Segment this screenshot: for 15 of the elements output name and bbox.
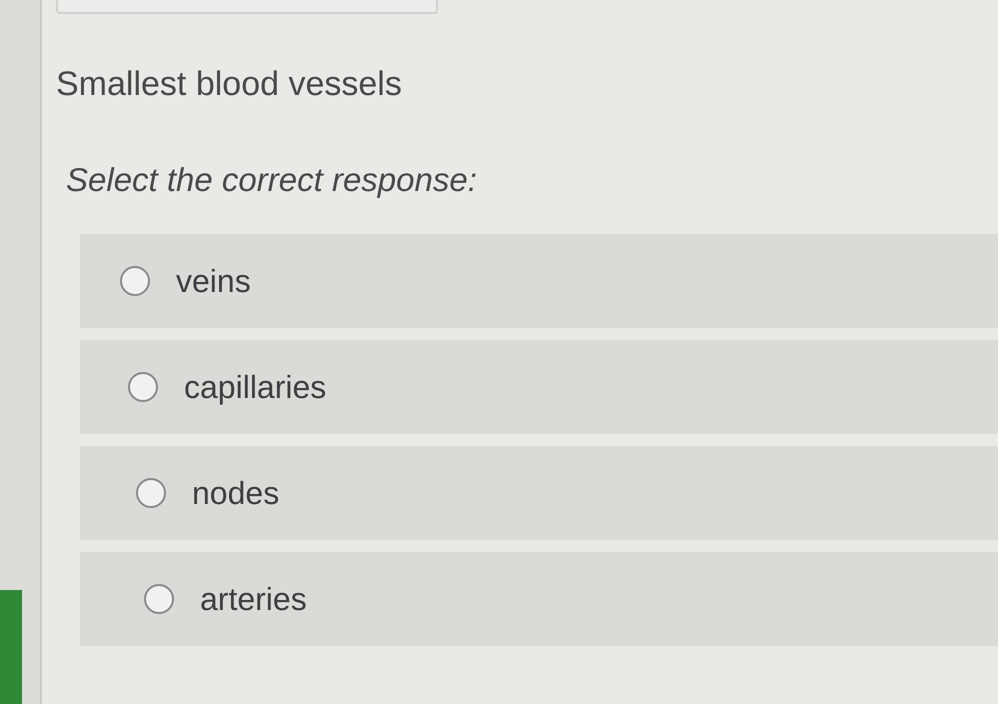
option-label: nodes — [192, 474, 280, 513]
radio-button[interactable] — [144, 584, 174, 614]
answer-option[interactable]: veins — [80, 234, 998, 328]
option-label: veins — [176, 262, 251, 301]
question-prompt: Select the correct response: — [66, 160, 478, 200]
question-title: Smallest blood vessels — [56, 64, 403, 104]
radio-button[interactable] — [136, 478, 166, 508]
answer-option[interactable]: capillaries — [80, 340, 998, 434]
option-label: arteries — [200, 580, 307, 619]
answer-option[interactable]: nodes — [80, 446, 998, 540]
radio-button[interactable] — [128, 372, 158, 402]
radio-button[interactable] — [120, 266, 150, 296]
answer-option[interactable]: arteries — [80, 552, 998, 646]
input-field[interactable] — [56, 0, 438, 14]
option-label: capillaries — [184, 368, 326, 407]
